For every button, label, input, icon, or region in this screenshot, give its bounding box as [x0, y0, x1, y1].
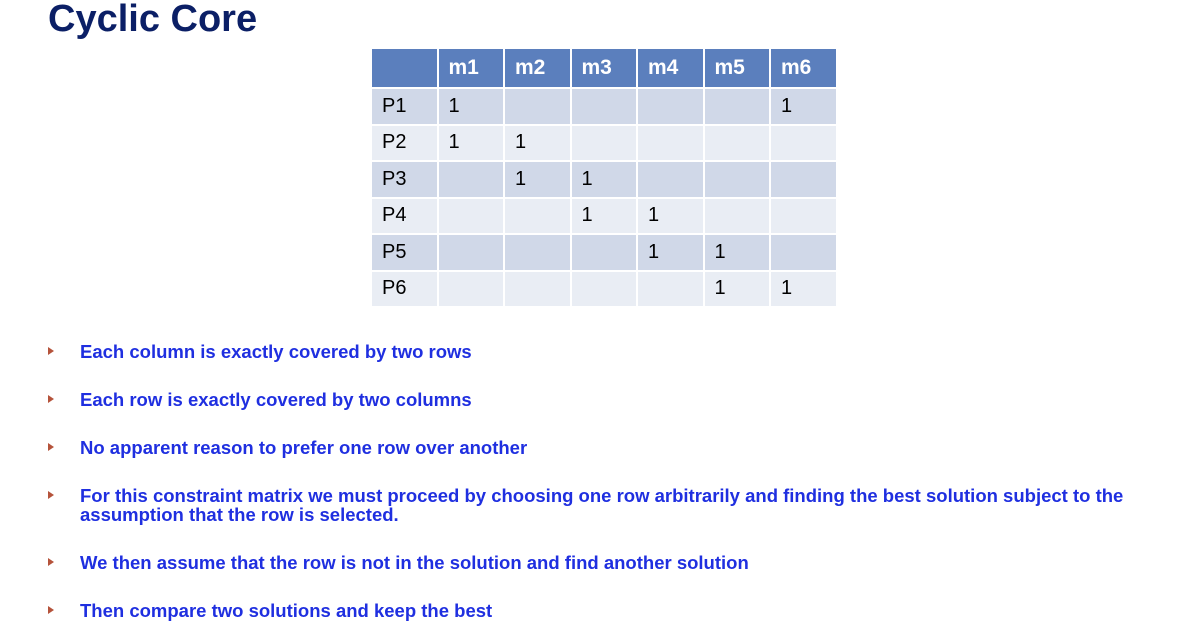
matrix-cell [503, 233, 572, 272]
matrix-cell: 1 [636, 233, 705, 272]
header-cell-m3: m3 [569, 47, 638, 89]
bullet-triangle-icon [48, 443, 54, 451]
matrix-cell [436, 196, 505, 235]
bullet-text: Each column is exactly covered by two ro… [80, 341, 472, 362]
matrix-cell [569, 87, 638, 126]
header-cell-m2: m2 [503, 47, 572, 89]
matrix-cell [436, 233, 505, 272]
matrix-cell: 1 [769, 269, 838, 308]
table-row: P5 1 1 [370, 233, 838, 272]
matrix-cell: 1 [702, 233, 771, 272]
matrix-cell [702, 87, 771, 126]
matrix-cell [569, 269, 638, 308]
table-row: P6 1 1 [370, 269, 838, 308]
matrix-cell [769, 160, 838, 199]
table-row: P4 1 1 [370, 196, 838, 235]
matrix-cell [636, 87, 705, 126]
constraint-matrix-table: m1 m2 m3 m4 m5 m6 P1 1 1 P2 1 1 P3 1 1 P… [370, 47, 838, 308]
header-cell-m1: m1 [436, 47, 505, 89]
header-cell-m4: m4 [636, 47, 705, 89]
matrix-cell [636, 123, 705, 162]
matrix-cell [702, 196, 771, 235]
table-row: P3 1 1 [370, 160, 838, 199]
matrix-cell: 1 [436, 87, 505, 126]
slide-title: Cyclic Core [48, 0, 258, 40]
matrix-cell [503, 269, 572, 308]
bullet-text: For this constraint matrix we must proce… [80, 485, 1124, 525]
row-label: P2 [370, 123, 439, 162]
table-row: P1 1 1 [370, 87, 838, 126]
matrix-cell: 1 [569, 196, 638, 235]
bullet-text: Then compare two solutions and keep the … [80, 600, 493, 621]
matrix-cell [769, 196, 838, 235]
bullet-text: Each row is exactly covered by two colum… [80, 389, 472, 410]
matrix-cell [503, 196, 572, 235]
matrix-cell: 1 [702, 269, 771, 308]
bullet-triangle-icon [48, 347, 54, 355]
matrix-cell [769, 123, 838, 162]
table-row: P2 1 1 [370, 123, 838, 162]
matrix-cell [436, 269, 505, 308]
row-label: P3 [370, 160, 439, 199]
matrix-cell [436, 160, 505, 199]
matrix-cell [702, 160, 771, 199]
matrix-cell: 1 [769, 87, 838, 126]
row-label: P5 [370, 233, 439, 272]
matrix-cell [503, 87, 572, 126]
bullet-triangle-icon [48, 491, 54, 499]
bullet-triangle-icon [48, 606, 54, 614]
matrix-cell [769, 233, 838, 272]
bullet-text: We then assume that the row is not in th… [80, 552, 749, 573]
matrix-cell [569, 233, 638, 272]
matrix-cell [636, 160, 705, 199]
matrix-cell: 1 [503, 160, 572, 199]
matrix-cell [569, 123, 638, 162]
row-label: P4 [370, 196, 439, 235]
matrix-cell [702, 123, 771, 162]
matrix-cell: 1 [569, 160, 638, 199]
row-label: P1 [370, 87, 439, 126]
bullet-triangle-icon [48, 395, 54, 403]
row-label: P6 [370, 269, 439, 308]
matrix-cell: 1 [503, 123, 572, 162]
matrix-cell: 1 [636, 196, 705, 235]
bullet-triangle-icon [48, 558, 54, 566]
table-header-row: m1 m2 m3 m4 m5 m6 [370, 47, 838, 89]
matrix-cell [636, 269, 705, 308]
bullet-text: No apparent reason to prefer one row ove… [80, 437, 528, 458]
matrix-cell: 1 [436, 123, 505, 162]
header-cell-corner [370, 47, 439, 89]
header-cell-m6: m6 [769, 47, 838, 89]
header-cell-m5: m5 [702, 47, 771, 89]
